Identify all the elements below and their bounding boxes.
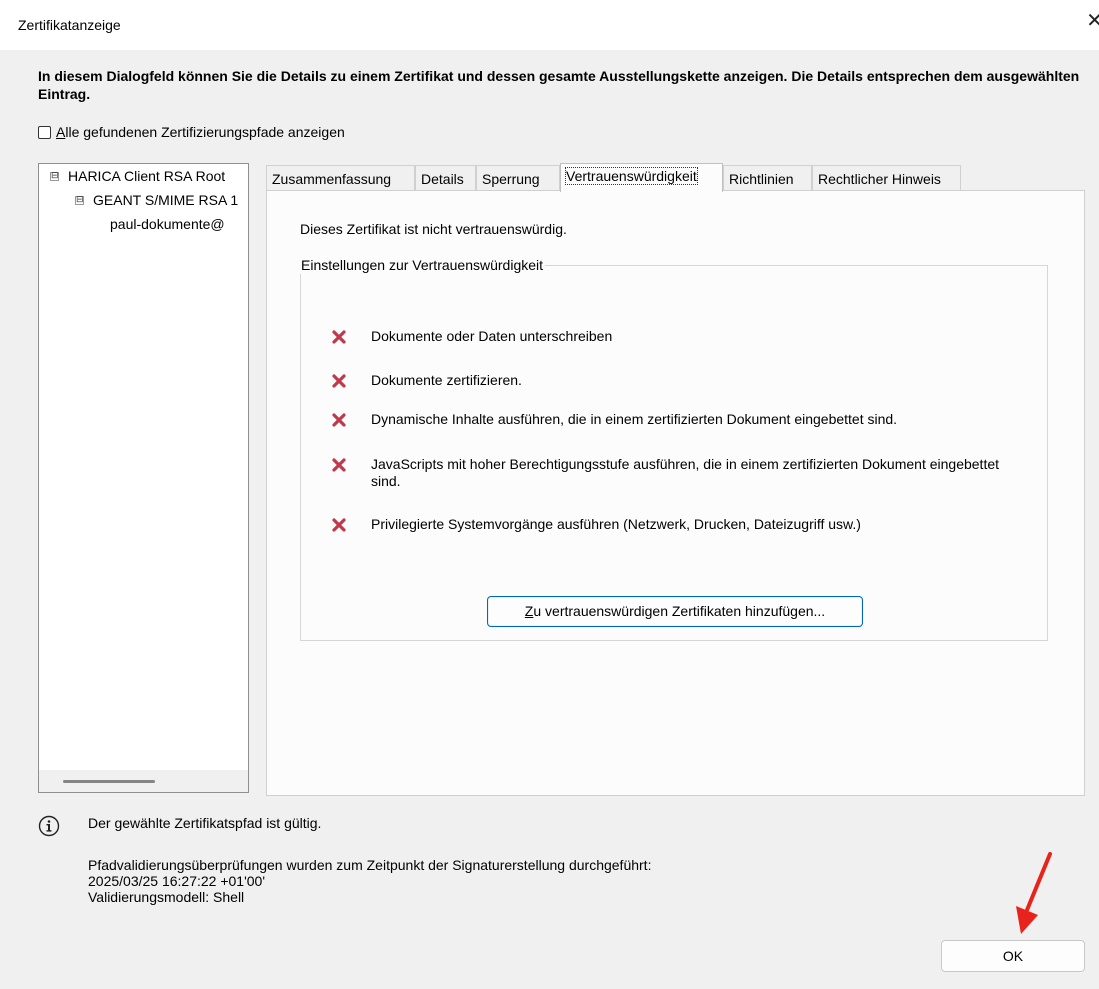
tree-item-leaf[interactable]: paul-dokumente@ (110, 216, 225, 232)
tree-horizontal-scrollbar[interactable] (39, 770, 248, 792)
tree-item-label[interactable]: HARICA Client RSA Root (68, 168, 225, 184)
permission-label: JavaScripts mit hoher Berechtigungsstufe… (371, 456, 1000, 489)
trust-settings-group: Einstellungen zur Vertrauenswürdigkeit D… (300, 256, 1048, 641)
permission-certify: Dokumente zertifizieren. (331, 372, 1011, 389)
tree-item-root[interactable]: ⊟ HARICA Client RSA Root (50, 168, 225, 184)
validation-timestamp: 2025/03/25 16:27:22 +01'00' (88, 873, 266, 889)
tab-summary[interactable]: Zusammenfassung (266, 165, 415, 191)
trust-panel: Dieses Zertifikat ist nicht vertrauenswü… (266, 190, 1085, 796)
path-status-text: Der gewählte Zertifikatspfad ist gültig. (88, 815, 322, 831)
checkbox-label[interactable]: Alle gefundenen Zertifizierungspfade anz… (56, 124, 345, 140)
info-icon (38, 815, 60, 837)
tree-item-label[interactable]: paul-dokumente@ (110, 216, 225, 232)
checkbox-box[interactable] (38, 125, 51, 139)
group-title: Einstellungen zur Vertrauenswürdigkeit (300, 256, 546, 274)
permission-dynamic-content: Dynamische Inhalte ausführen, die in ein… (331, 411, 1011, 428)
tab-trust[interactable]: Vertrauenswürdigkeit (560, 163, 723, 192)
permission-javascript: JavaScripts mit hoher Berechtigungsstufe… (331, 456, 1011, 490)
validation-model: Validierungsmodell: Shell (88, 889, 245, 905)
close-icon[interactable]: ✕ (1086, 11, 1099, 31)
x-icon (332, 413, 346, 427)
tree-item-intermediate[interactable]: ⊟ GEANT S/MIME RSA 1 (75, 192, 238, 208)
intro-text: In diesem Dialogfeld können Sie die Deta… (38, 68, 1080, 102)
trust-status-text: Dieses Zertifikat ist nicht vertrauenswü… (300, 221, 567, 237)
certificate-viewer-dialog: Zertifikatanzeige ✕ In diesem Dialogfeld… (0, 0, 1099, 989)
x-icon (332, 518, 346, 532)
permission-system-ops: Privilegierte Systemvorgänge ausführen (… (331, 516, 1011, 533)
x-icon (332, 374, 346, 388)
x-icon (332, 458, 346, 472)
ok-button[interactable]: OK (941, 940, 1085, 972)
tab-revocation[interactable]: Sperrung (476, 165, 560, 191)
permission-sign: Dokumente oder Daten unterschreiben (331, 328, 1011, 345)
add-to-trusted-button[interactable]: Zu vertrauenswürdigen Zertifikaten hinzu… (487, 596, 863, 627)
permission-label: Dynamische Inhalte ausführen, die in ein… (371, 411, 898, 427)
permission-label: Dokumente zertifizieren. (371, 372, 522, 388)
scrollbar-thumb[interactable] (63, 780, 155, 783)
permission-label: Dokumente oder Daten unterschreiben (371, 328, 613, 344)
tab-details[interactable]: Details (415, 165, 476, 191)
tab-policies[interactable]: Richtlinien (723, 165, 812, 191)
collapse-icon[interactable]: ⊟ (75, 195, 84, 205)
certificate-tree[interactable]: ⊟ HARICA Client RSA Root ⊟ GEANT S/MIME … (38, 163, 249, 793)
show-all-paths-checkbox[interactable]: Alle gefundenen Zertifizierungspfade anz… (38, 124, 345, 140)
x-icon (332, 330, 346, 344)
validation-checks-text: Pfadvalidierungsüberprüfungen wurden zum… (88, 857, 652, 873)
annotation-arrow-icon (1016, 852, 1052, 934)
window-title: Zertifikatanzeige (18, 17, 121, 33)
tab-legal-notice[interactable]: Rechtlicher Hinweis (812, 165, 961, 191)
tree-item-label[interactable]: GEANT S/MIME RSA 1 (93, 192, 238, 208)
title-bar: Zertifikatanzeige ✕ (0, 0, 1099, 50)
permission-label: Privilegierte Systemvorgänge ausführen (… (371, 516, 861, 532)
collapse-icon[interactable]: ⊟ (50, 171, 59, 181)
